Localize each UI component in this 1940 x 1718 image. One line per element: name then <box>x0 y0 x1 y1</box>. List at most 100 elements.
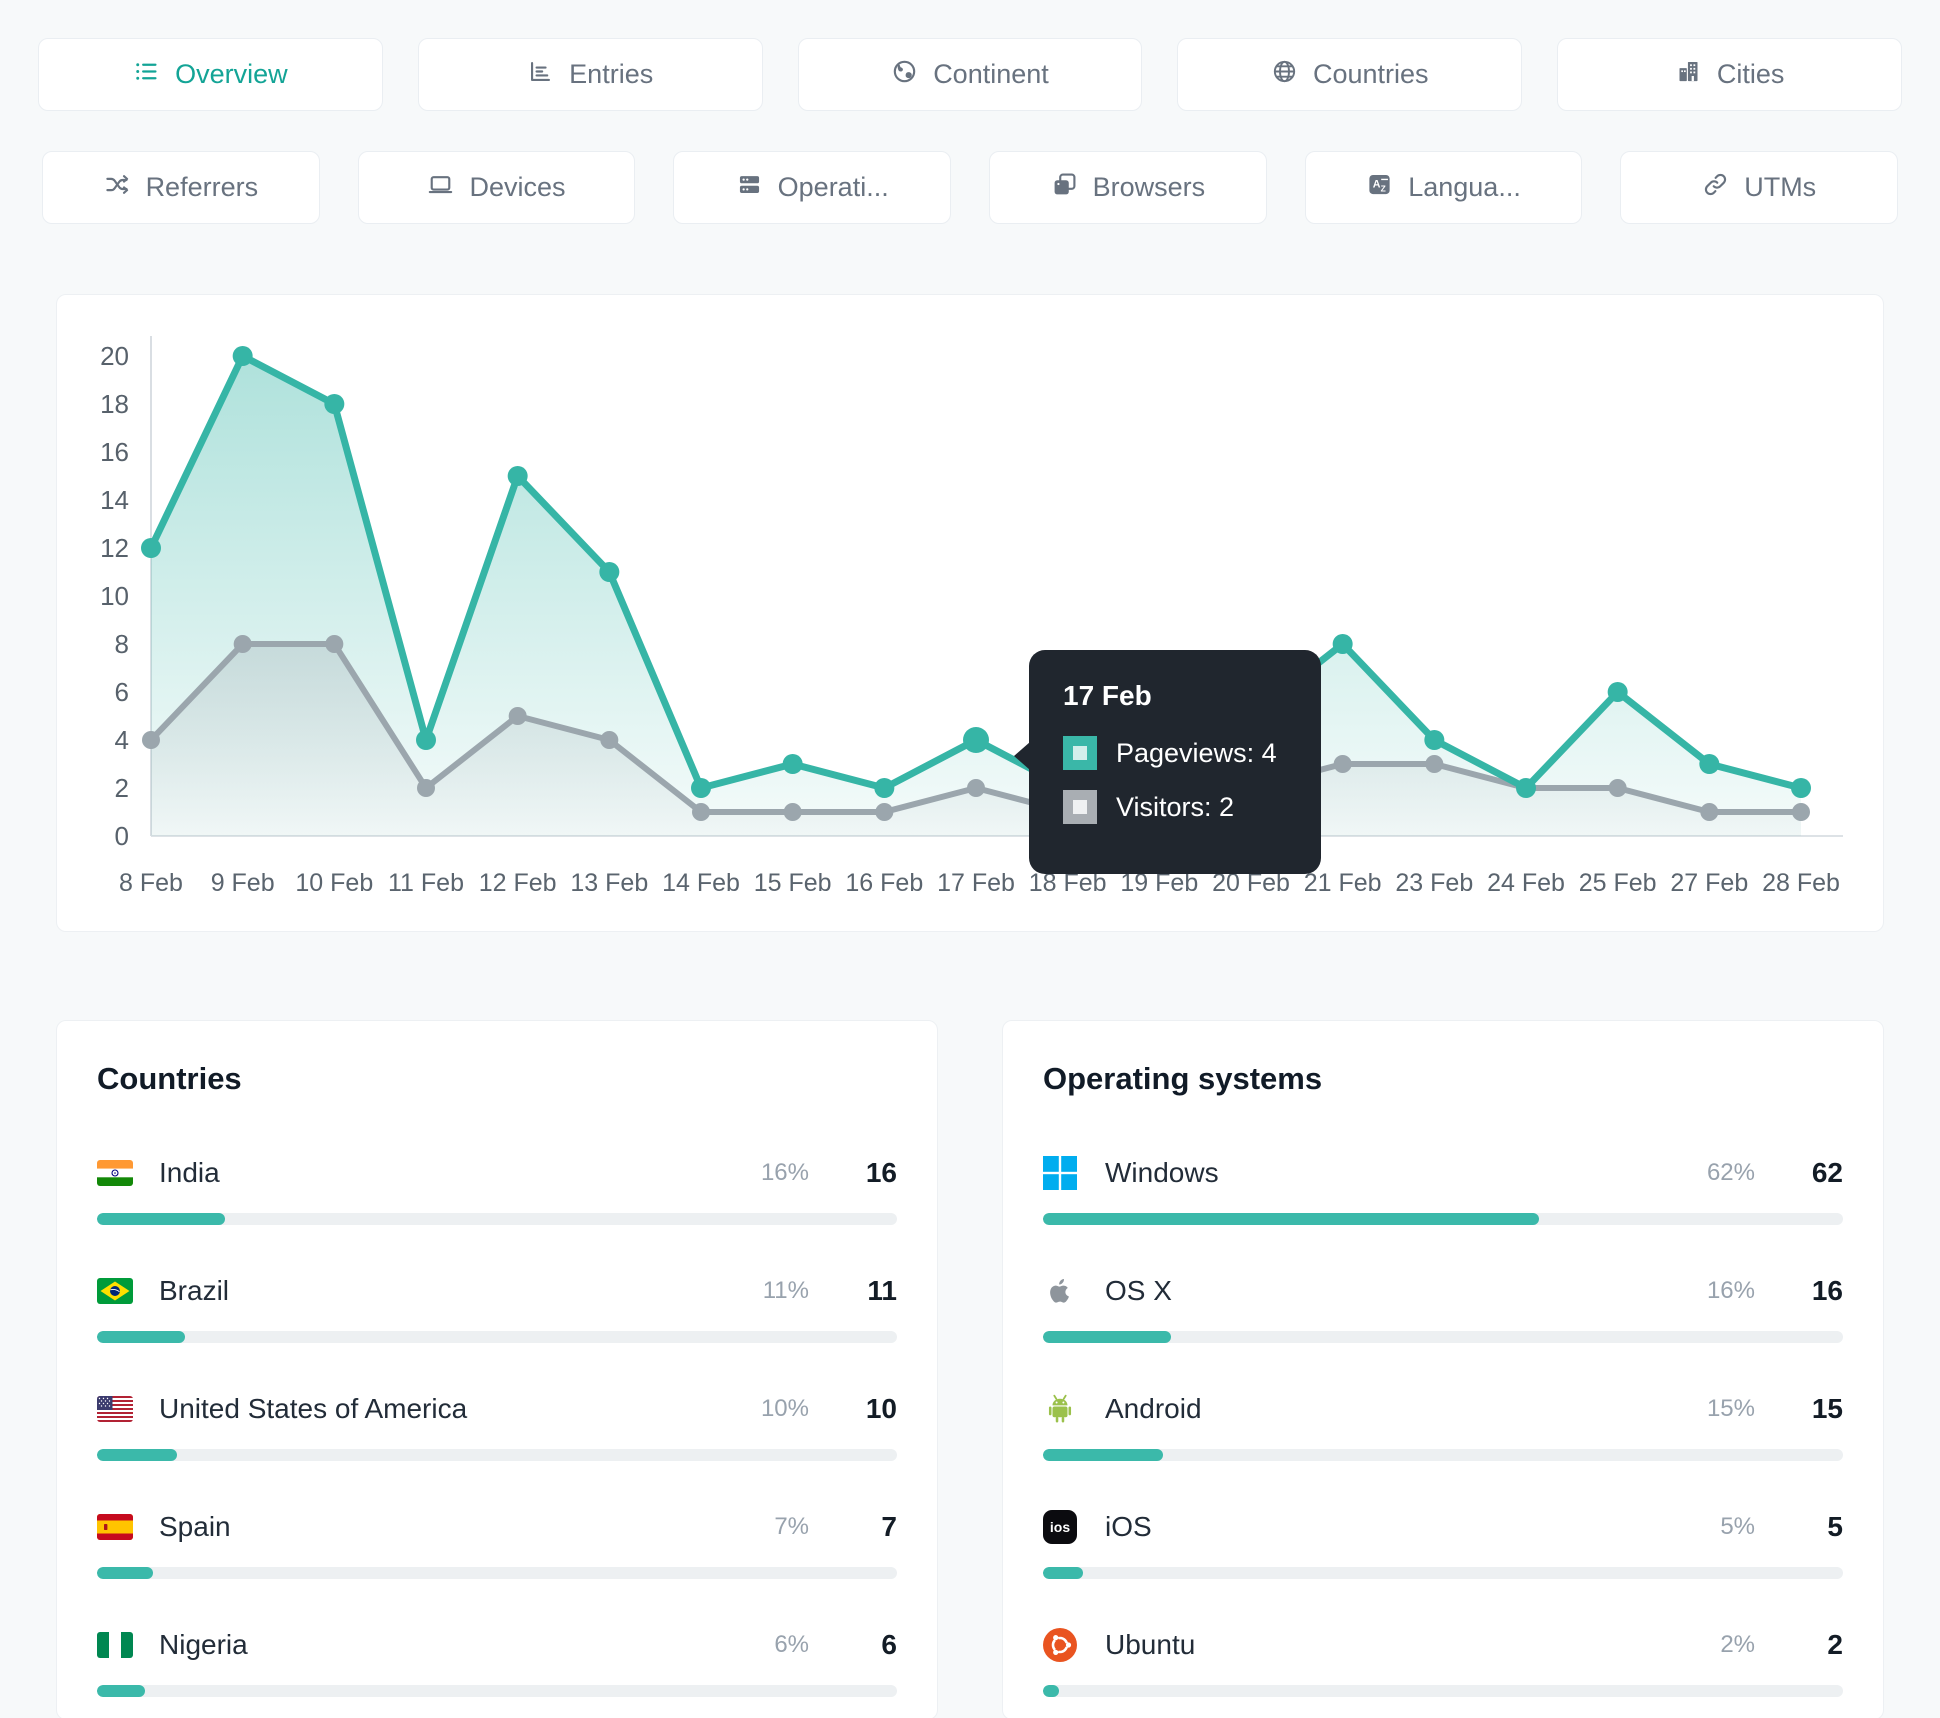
panel-title: Operating systems <box>1043 1061 1323 1096</box>
country-percent: 16% <box>760 1159 809 1186</box>
progress-bar <box>1043 1685 1843 1697</box>
country-row-brazil[interactable]: Brazil 11% 11 <box>97 1271 897 1343</box>
tab-label: Browsers <box>1092 172 1206 202</box>
list-icon <box>133 58 160 92</box>
svg-text:15 Feb: 15 Feb <box>754 869 832 897</box>
bar-chart-icon <box>527 58 554 92</box>
svg-text:14 Feb: 14 Feb <box>662 869 740 897</box>
translate-icon: A Z <box>1366 171 1393 205</box>
svg-text:28 Feb: 28 Feb <box>1762 869 1840 897</box>
progress-bar <box>1043 1567 1843 1579</box>
country-percent: 6% <box>774 1631 809 1658</box>
svg-text:23 Feb: 23 Feb <box>1395 869 1473 897</box>
progress-bar <box>97 1213 897 1225</box>
tab-operating-systems[interactable]: Operati... <box>673 151 952 224</box>
brazil-flag <box>97 1278 135 1304</box>
tab-countries[interactable]: Countries <box>1177 38 1523 111</box>
svg-text:8: 8 <box>115 629 129 659</box>
svg-text:8 Feb: 8 Feb <box>119 869 183 897</box>
svg-text:16 Feb: 16 Feb <box>845 869 923 897</box>
svg-text:21 Feb: 21 Feb <box>1304 869 1382 897</box>
country-name: India <box>159 1157 220 1188</box>
country-name: Brazil <box>159 1275 230 1306</box>
android-icon <box>1043 1392 1081 1426</box>
tab-overview[interactable]: Overview <box>38 38 383 111</box>
svg-text:14: 14 <box>100 485 129 515</box>
tab-devices[interactable]: Devices <box>357 151 636 224</box>
tooltip-date: 17 Feb <box>1063 680 1152 711</box>
svg-text:25 Feb: 25 Feb <box>1579 869 1657 897</box>
progress-bar <box>97 1449 897 1461</box>
tooltip-pageviews-text: Pageviews: 4 <box>1116 737 1277 768</box>
os-name: iOS <box>1105 1511 1152 1542</box>
tab-utms[interactable]: UTMs <box>1620 151 1899 224</box>
tooltip-visitors-row: Visitors: 2 <box>1063 790 1287 824</box>
window-icon <box>1051 171 1078 205</box>
os-value: 16 <box>1811 1275 1843 1306</box>
os-percent: 62% <box>1706 1159 1755 1186</box>
os-percent: 2% <box>1720 1631 1755 1658</box>
country-value: 10 <box>865 1393 897 1424</box>
pageviews-swatch-icon <box>1063 736 1097 770</box>
svg-text:9 Feb: 9 Feb <box>211 869 275 897</box>
country-value: 11 <box>867 1275 897 1306</box>
tab-label: Countries <box>1313 59 1429 89</box>
country-percent: 11% <box>762 1277 809 1304</box>
country-row-nigeria[interactable]: Nigeria 6% 6 <box>97 1625 897 1697</box>
tab-label: Overview <box>175 59 288 89</box>
country-row-spain[interactable]: Spain 7% 7 <box>97 1507 897 1579</box>
chart-tooltip: 17 Feb Pageviews: 4 Visitors: 2 <box>1014 650 1321 874</box>
svg-text:16: 16 <box>100 437 129 467</box>
progress-bar <box>97 1331 897 1343</box>
country-row-usa[interactable]: United States of America 10% 10 <box>97 1389 897 1461</box>
os-row-android[interactable]: Android 15% 15 <box>1043 1389 1843 1461</box>
tab-label: Langua... <box>1408 172 1521 202</box>
os-name: OS X <box>1105 1275 1172 1306</box>
os-name: Windows <box>1105 1157 1219 1188</box>
line-chart-canvas[interactable]: 0 2 4 6 8 10 12 14 16 18 20 8 Feb 9 Feb 10 Feb 11 Feb 1… <box>57 295 1885 933</box>
svg-text:17 Feb: 17 Feb <box>937 869 1015 897</box>
operating-systems-panel: Operating systems Windows 62% 62 OS X 16… <box>1002 1020 1884 1718</box>
tooltip-arrow <box>1014 742 1030 770</box>
country-percent: 7% <box>774 1513 809 1540</box>
country-name: Spain <box>159 1511 231 1542</box>
traffic-chart[interactable]: 0 2 4 6 8 10 12 14 16 18 20 8 Feb 9 Feb 10 Feb 11 Feb 1… <box>56 294 1884 932</box>
nigeria-flag <box>97 1632 135 1658</box>
ubuntu-icon <box>1043 1628 1081 1662</box>
tab-entries[interactable]: Entries <box>417 38 763 111</box>
tab-label: UTMs <box>1744 172 1817 202</box>
earth-icon <box>891 58 918 92</box>
tab-cities[interactable]: Cities <box>1557 38 1902 111</box>
apple-icon <box>1043 1274 1081 1308</box>
tab-row-primary: Overview Entries Continent Countries Cit… <box>38 38 1902 111</box>
tab-languages[interactable]: A Z Langua... <box>1304 151 1583 224</box>
progress-bar <box>97 1685 897 1697</box>
svg-text:27 Feb: 27 Feb <box>1670 869 1748 897</box>
os-row-windows[interactable]: Windows 62% 62 <box>1043 1153 1843 1225</box>
os-percent: 15% <box>1706 1395 1755 1422</box>
os-value: 15 <box>1811 1393 1843 1424</box>
svg-text:2: 2 <box>115 773 129 803</box>
spain-flag <box>97 1514 135 1540</box>
svg-text:12 Feb: 12 Feb <box>479 869 557 897</box>
os-percent: 16% <box>1706 1277 1755 1304</box>
india-flag <box>97 1160 135 1186</box>
os-row-ubuntu[interactable]: Ubuntu 2% 2 <box>1043 1625 1843 1697</box>
svg-text:12: 12 <box>100 533 129 563</box>
os-row-ios[interactable]: ios iOS 5% 5 <box>1043 1507 1843 1579</box>
svg-text:6: 6 <box>115 677 129 707</box>
country-name: Nigeria <box>159 1629 248 1660</box>
svg-text:Z: Z <box>1381 183 1386 193</box>
usa-flag <box>97 1396 135 1422</box>
tab-label: Entries <box>569 59 654 89</box>
country-name: United States of America <box>159 1393 468 1424</box>
os-row-osx[interactable]: OS X 16% 16 <box>1043 1271 1843 1343</box>
tab-continent[interactable]: Continent <box>797 38 1143 111</box>
tab-browsers[interactable]: Browsers <box>989 151 1267 224</box>
panel-title: Countries <box>97 1061 242 1096</box>
svg-text:18: 18 <box>100 389 129 419</box>
country-row-india[interactable]: India 16% 16 <box>97 1153 897 1225</box>
progress-bar <box>1043 1213 1843 1225</box>
os-value: 62 <box>1811 1157 1843 1188</box>
tab-referrers[interactable]: Referrers <box>42 151 320 224</box>
